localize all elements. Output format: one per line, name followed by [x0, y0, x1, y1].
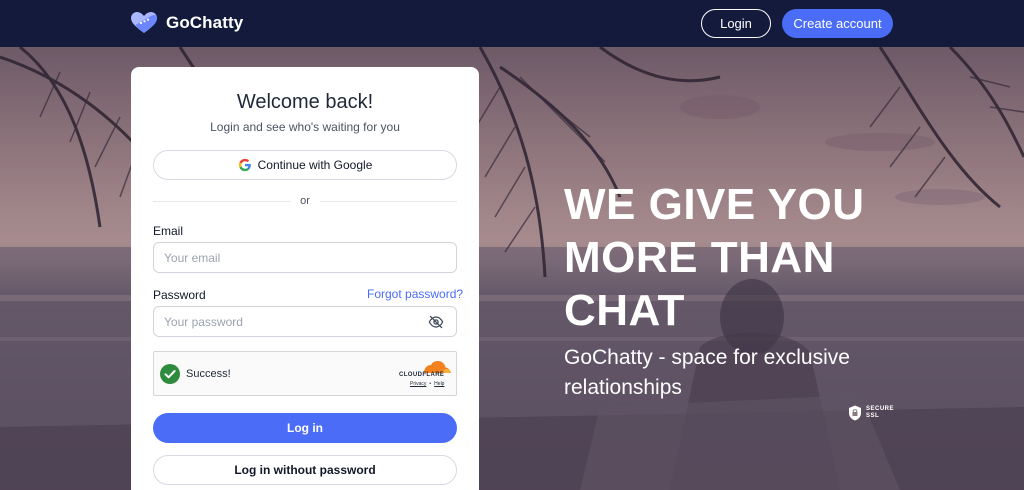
eye-off-icon[interactable]	[428, 314, 444, 330]
login-button[interactable]: Login	[701, 9, 771, 38]
heart-logo-icon	[131, 12, 157, 33]
google-g-icon	[238, 158, 251, 172]
cloudflare-links: Privacy • Help	[410, 381, 444, 387]
password-label: Password	[153, 288, 206, 302]
log-in-without-password-button[interactable]: Log in without password	[153, 455, 457, 485]
login-title: Welcome back!	[236, 91, 374, 113]
email-label: Email	[153, 224, 184, 238]
secure-ssl-badge: SECURE SSL	[848, 405, 894, 421]
hero-headline: WE GIVE YOU MORE THAN CHAT	[564, 178, 894, 337]
brand-name: GoChatty	[166, 13, 244, 32]
headline-line: WE GIVE YOU	[564, 180, 865, 229]
password-field[interactable]	[153, 306, 457, 337]
captcha-status: Success!	[186, 368, 231, 380]
link-separator: •	[429, 381, 432, 387]
forgot-password-link[interactable]: Forgot password?	[367, 287, 463, 301]
divider-line	[319, 200, 457, 202]
login-subtitle: Login and see who's waiting for you	[210, 120, 400, 134]
shield-lock-icon	[849, 405, 861, 421]
privacy-link[interactable]: Privacy	[410, 381, 426, 387]
check-circle-icon	[160, 364, 180, 384]
headline-line: MORE THAN	[564, 233, 835, 282]
or-divider: or	[153, 194, 457, 208]
email-field[interactable]	[153, 242, 457, 273]
or-text: or	[300, 195, 310, 207]
headline-line: CHAT	[564, 286, 685, 335]
brand-link[interactable]: GoChatty	[130, 11, 243, 35]
hero-subline: GoChatty - space for exclusive relations…	[564, 346, 850, 399]
login-card: Welcome back! Login and see who's waitin…	[131, 67, 479, 490]
top-navigation-bar: GoChatty Login Create account	[0, 0, 1024, 47]
help-link[interactable]: Help	[434, 381, 444, 387]
google-button-label: Continue with Google	[257, 158, 373, 172]
continue-with-google-button[interactable]: Continue with Google	[153, 150, 457, 180]
cloudflare-wordmark: CLOUDFLARE	[399, 372, 445, 378]
ssl-line-2: SSL	[866, 413, 880, 419]
divider-line	[153, 200, 291, 202]
create-account-button[interactable]: Create account	[782, 9, 893, 38]
log-in-button[interactable]: Log in	[153, 413, 457, 443]
ssl-line-1: SECURE	[866, 406, 895, 412]
cloudflare-captcha-widget[interactable]: Success! CLOUDFLARE Privacy • Help	[153, 351, 457, 396]
